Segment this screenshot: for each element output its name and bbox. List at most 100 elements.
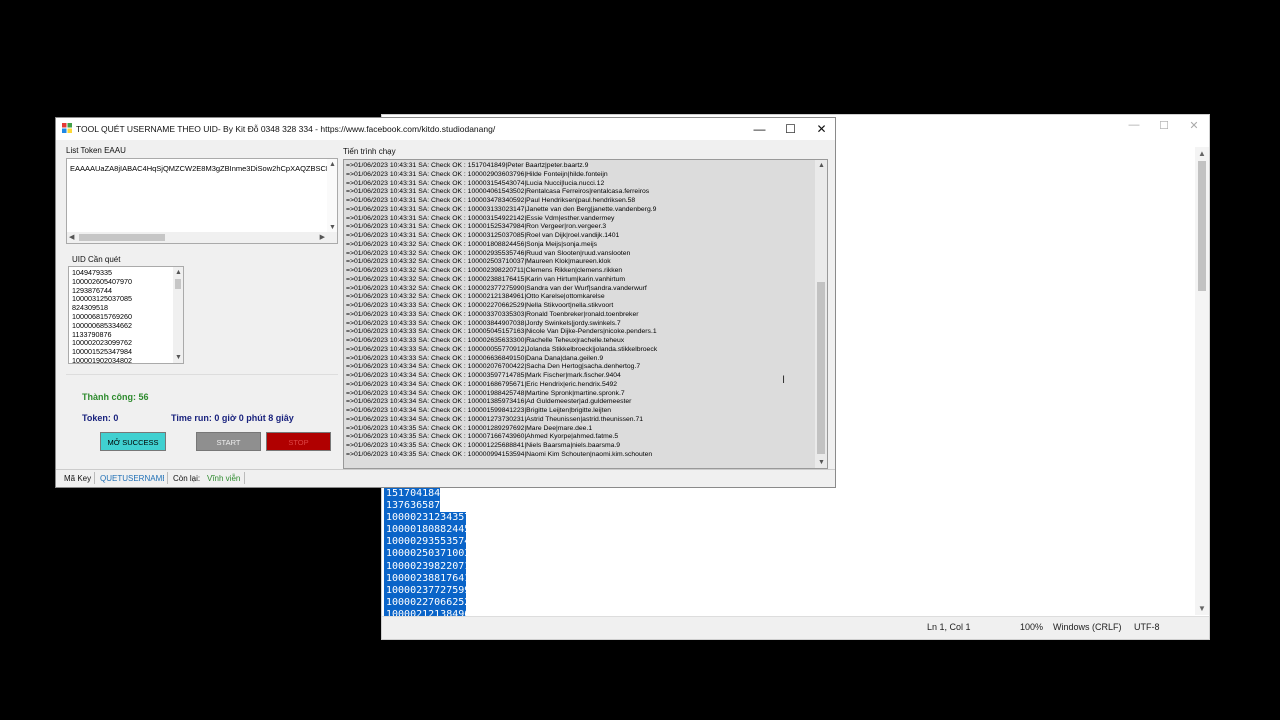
text-cursor-icon: I (782, 374, 786, 386)
stop-button[interactable]: STOP (266, 432, 331, 451)
scroll-up-icon[interactable]: ▲ (818, 162, 825, 169)
notepad-maximize-icon[interactable]: ☐ (1149, 119, 1179, 135)
notepad-line[interactable]: 100002503710037 (384, 548, 476, 561)
log-line: =>01/06/2023 10:43:31 SA: Check OK : 100… (346, 188, 650, 196)
token-vertical-scrollbar[interactable]: ▲ ▼ (327, 159, 337, 232)
log-line: =>01/06/2023 10:43:35 SA: Check OK : 100… (346, 424, 593, 432)
remaining-label: Còn lại: (173, 474, 201, 483)
token-list-label: List Token EAAU (66, 146, 126, 155)
time-run: Time run: 0 giờ 0 phút 8 giây (171, 413, 294, 423)
log-vertical-scrollbar[interactable]: ▲ ▼ (815, 160, 827, 468)
notepad-line[interactable]: 100002935535746 (384, 536, 476, 549)
log-line: =>01/06/2023 10:43:32 SA: Check OK : 100… (346, 240, 598, 248)
scroll-up-icon[interactable]: ▲ (175, 269, 182, 276)
token-textarea[interactable]: EAAAAUaZA8jIABAC4HqSjQMZCW2E8M3gZBInme3D… (66, 158, 338, 244)
tool-statusbar: Mã Key QUETUSERNAME2 Còn lại: Vĩnh viễn (56, 469, 835, 487)
progress-label: Tiến trình chạy (343, 147, 396, 156)
notepad-minimize-icon[interactable]: — (1119, 119, 1149, 135)
uid-vertical-scrollbar[interactable]: ▲ ▼ (173, 267, 183, 363)
scroll-down-icon[interactable]: ▼ (1195, 604, 1209, 613)
scroll-up-icon[interactable]: ▲ (329, 161, 336, 168)
log-line: =>01/06/2023 10:43:35 SA: Check OK : 100… (346, 442, 621, 449)
log-line: =>01/06/2023 10:43:35 SA: Check OK : 100… (346, 450, 653, 458)
uid-textarea[interactable]: 1049479335 100002605407970 1293876744 10000… (68, 266, 184, 364)
scroll-thumb[interactable] (817, 282, 825, 454)
notepad-line[interactable]: 100002377275990 (384, 584, 476, 597)
scroll-thumb[interactable] (1198, 161, 1206, 291)
token-horizontal-scrollbar[interactable]: ◀ ▶ (67, 232, 337, 243)
app-icon (62, 123, 72, 133)
scroll-down-icon[interactable]: ▼ (818, 459, 825, 466)
window-title: TOOL QUÉT USERNAME THEO UID- By Kit Đỗ 0… (76, 124, 496, 134)
scroll-up-icon[interactable]: ▲ (1195, 149, 1209, 158)
start-button[interactable]: START (196, 432, 261, 451)
scroll-thumb[interactable] (79, 234, 165, 241)
key-value: QUETUSERNAME2 (100, 474, 164, 483)
tool-titlebar: TOOL QUÉT USERNAME THEO UID- By Kit Đỗ 0… (56, 118, 835, 140)
scroll-down-icon[interactable]: ▼ (175, 354, 182, 361)
token-value: EAAAAUaZA8jIABAC4HqSjQMZCW2E8M3gZBInme3D… (70, 164, 338, 173)
key-label: Mã Key (64, 474, 92, 483)
encoding: UTF-8 (1134, 622, 1160, 632)
log-line: =>01/06/2023 10:43:34 SA: Check OK : 100… (346, 380, 618, 388)
log-line: =>01/06/2023 10:43:31 SA: Check OK : 100… (346, 197, 636, 204)
scroll-right-icon[interactable]: ▶ (320, 233, 325, 241)
log-line: =>01/06/2023 10:43:33 SA: Check OK : 100… (346, 354, 604, 362)
log-line: =>01/06/2023 10:43:34 SA: Check OK : 100… (346, 398, 632, 406)
log-line: =>01/06/2023 10:43:33 SA: Check OK : 100… (346, 319, 621, 327)
notepad-line[interactable]: 1517041849 (384, 488, 446, 501)
log-line: =>01/06/2023 10:43:31 SA: Check OK : 100… (346, 170, 608, 178)
log-line: =>01/06/2023 10:43:32 SA: Check OK : 100… (346, 258, 611, 266)
token-count: Token: 0 (82, 413, 119, 423)
notepad-line[interactable]: 100002398220711 (384, 560, 476, 573)
notepad-line[interactable]: 1376365879 (384, 500, 446, 513)
log-line: =>01/06/2023 10:43:32 SA: Check OK : 100… (346, 284, 647, 292)
notepad-selected-lines[interactable]: 1517041849 1376365879 100002312343579 10000… (384, 488, 476, 622)
close-icon[interactable]: ✕ (806, 118, 837, 140)
uid-list: 1049479335 100002605407970 1293876744 10000… (69, 268, 132, 364)
scroll-thumb[interactable] (175, 279, 181, 289)
scroll-down-icon[interactable]: ▼ (329, 224, 336, 231)
notepad-line[interactable]: 100002312343579 (384, 512, 476, 525)
log-line: =>01/06/2023 10:43:32 SA: Check OK : 100… (346, 293, 605, 301)
notepad-statusbar: Ln 1, Col 1 100% Windows (CRLF) UTF-8 (382, 616, 1209, 639)
log-line: =>01/06/2023 10:43:34 SA: Check OK : 100… (346, 363, 641, 371)
log-line: =>01/06/2023 10:43:33 SA: Check OK : 100… (346, 337, 625, 344)
zoom-level: 100% (1020, 622, 1044, 632)
log-line: =>01/06/2023 10:43:34 SA: Check OK : 100… (346, 372, 621, 379)
notepad-line[interactable]: 100002270662529 (384, 596, 476, 609)
log-line: =>01/06/2023 10:43:35 SA: Check OK : 100… (346, 433, 619, 441)
log-line: =>01/06/2023 10:43:31 SA: Check OK : 100… (346, 214, 615, 222)
log-line: =>01/06/2023 10:43:33 SA: Check OK : 100… (346, 302, 614, 309)
log-line: =>01/06/2023 10:43:34 SA: Check OK : 100… (346, 407, 612, 414)
notepad-vertical-scrollbar[interactable]: ▲ ▼ (1195, 147, 1209, 615)
log-line: =>01/06/2023 10:43:33 SA: Check OK : 100… (346, 310, 639, 318)
notepad-close-icon[interactable]: ✕ (1179, 119, 1209, 135)
log-line: =>01/06/2023 10:43:34 SA: Check OK : 100… (346, 389, 625, 397)
success-count: Thành công: 56 (82, 392, 149, 402)
cursor-position: Ln 1, Col 1 (927, 622, 971, 632)
log-line: =>01/06/2023 10:43:31 SA: Check OK : 100… (346, 223, 607, 231)
log-line: =>01/06/2023 10:43:32 SA: Check OK : 100… (346, 249, 631, 257)
log-line: =>01/06/2023 10:43:31 SA: Check OK : 100… (346, 205, 657, 213)
line-ending: Windows (CRLF) (1053, 622, 1122, 632)
log-line: =>01/06/2023 10:43:32 SA: Check OK : 100… (346, 275, 625, 283)
log-line: =>01/06/2023 10:43:33 SA: Check OK : 100… (346, 328, 657, 336)
log-line: =>01/06/2023 10:43:31 SA: Check OK : 100… (346, 232, 620, 239)
uid-list-label: UID Cần quét (72, 255, 121, 264)
minimize-icon[interactable]: — (744, 118, 775, 140)
log-line: =>01/06/2023 10:43:31 SA: Check OK : 151… (346, 162, 589, 169)
tool-window: TOOL QUÉT USERNAME THEO UID- By Kit Đỗ 0… (55, 117, 836, 488)
log-line: =>01/06/2023 10:43:32 SA: Check OK : 100… (346, 267, 623, 274)
open-success-button[interactable]: MỞ SUCCESS (100, 432, 166, 451)
maximize-icon[interactable]: ☐ (775, 118, 806, 140)
log-line: =>01/06/2023 10:43:34 SA: Check OK : 100… (346, 415, 644, 423)
remaining-value: Vĩnh viễn (207, 474, 241, 483)
log-line: =>01/06/2023 10:43:33 SA: Check OK : 100… (346, 345, 658, 353)
scroll-left-icon[interactable]: ◀ (69, 233, 74, 241)
notepad-line[interactable]: 100001808824456 (384, 524, 476, 537)
uid-item: 100001902034802 (72, 355, 132, 364)
notepad-line[interactable]: 100002388176415 (384, 572, 476, 585)
log-line: =>01/06/2023 10:43:31 SA: Check OK : 100… (346, 179, 605, 187)
progress-log[interactable]: =>01/06/2023 10:43:31 SA: Check OK : 151… (343, 159, 828, 469)
